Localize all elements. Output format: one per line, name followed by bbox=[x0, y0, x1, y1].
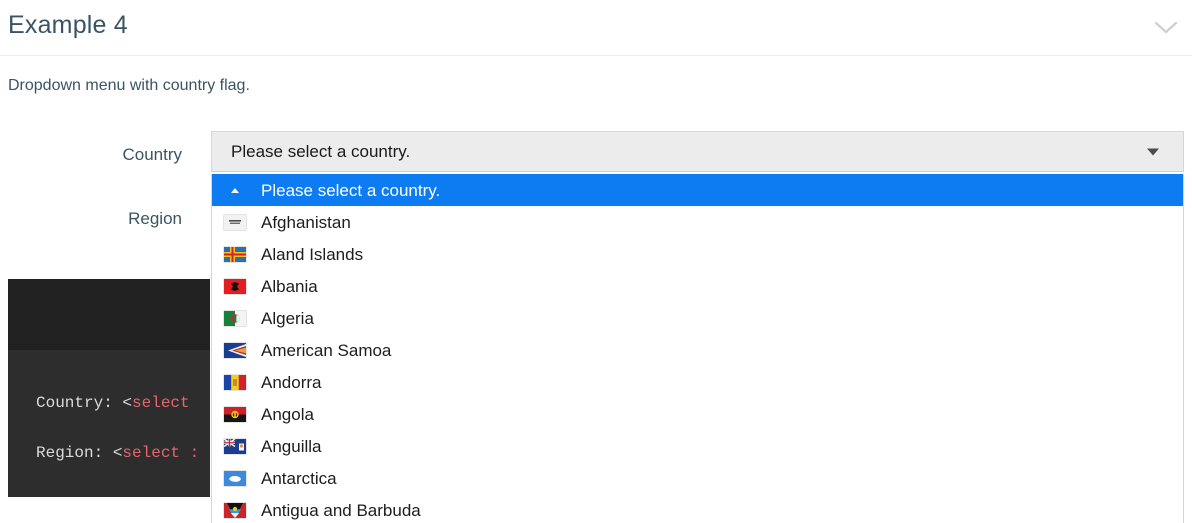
panel-header: Example 4 bbox=[0, 0, 1192, 56]
flag-ao-icon bbox=[223, 405, 247, 423]
flag-dz-icon bbox=[223, 309, 247, 327]
flag-al-icon bbox=[223, 277, 247, 295]
code-block-body: Country: <select Region: <select : bbox=[8, 350, 210, 461]
triangle-down-icon bbox=[1147, 148, 1159, 155]
country-dropdown-list[interactable]: Please select a country. Afghanistan Ala… bbox=[211, 174, 1184, 523]
chevron-down-icon bbox=[1153, 19, 1179, 35]
flag-ag-icon bbox=[223, 501, 247, 519]
flag-ai-icon bbox=[223, 437, 247, 455]
flag-ad-icon bbox=[223, 373, 247, 391]
label-country: Country bbox=[122, 145, 182, 164]
dropdown-option[interactable]: Albania bbox=[212, 270, 1183, 302]
flag-ax-icon bbox=[223, 245, 247, 263]
dropdown-option-label: Please select a country. bbox=[261, 180, 441, 200]
dropdown-option-label: Antarctica bbox=[261, 468, 337, 488]
dropdown-option-label: Algeria bbox=[261, 308, 314, 328]
page-title: Example 4 bbox=[8, 11, 128, 39]
dropdown-option[interactable]: American Samoa bbox=[212, 334, 1183, 366]
dropdown-option-label: American Samoa bbox=[261, 340, 392, 360]
dropdown-option[interactable]: Please select a country. bbox=[212, 174, 1183, 206]
collapse-toggle-button[interactable] bbox=[1148, 12, 1184, 42]
dropdown-option[interactable]: Afghanistan bbox=[212, 206, 1183, 238]
code-block: Country: <select Region: <select : bbox=[8, 279, 210, 497]
dropdown-option[interactable]: Antigua and Barbuda bbox=[212, 494, 1183, 523]
dropdown-option-label: Afghanistan bbox=[261, 212, 351, 232]
country-select[interactable]: Please select a country. bbox=[211, 131, 1184, 172]
country-select-value: Please select a country. bbox=[231, 141, 411, 161]
flag-aq-icon bbox=[223, 469, 247, 487]
dropdown-option-label: Antigua and Barbuda bbox=[261, 500, 421, 520]
flag-af-icon bbox=[223, 213, 247, 231]
dropdown-option-label: Andorra bbox=[261, 372, 322, 392]
code-line: Country: <select bbox=[36, 394, 190, 412]
dropdown-option[interactable]: Angola bbox=[212, 398, 1183, 430]
dropdown-option-label: Angola bbox=[261, 404, 314, 424]
panel-description: Dropdown menu with country flag. bbox=[8, 77, 250, 94]
label-region: Region bbox=[128, 209, 182, 228]
dropdown-option[interactable]: Aland Islands bbox=[212, 238, 1183, 270]
dropdown-option[interactable]: Antarctica bbox=[212, 462, 1183, 494]
dropdown-option-label: Anguilla bbox=[261, 436, 322, 456]
dropdown-option-label: Albania bbox=[261, 276, 318, 296]
caret-up-icon-icon bbox=[223, 181, 247, 199]
dropdown-option[interactable]: Anguilla bbox=[212, 430, 1183, 462]
flag-as-icon bbox=[223, 341, 247, 359]
code-block-header bbox=[8, 279, 210, 350]
dropdown-option[interactable]: Andorra bbox=[212, 366, 1183, 398]
dropdown-option[interactable]: Algeria bbox=[212, 302, 1183, 334]
code-line: Region: <select : bbox=[36, 444, 200, 462]
dropdown-option-label: Aland Islands bbox=[261, 244, 364, 264]
